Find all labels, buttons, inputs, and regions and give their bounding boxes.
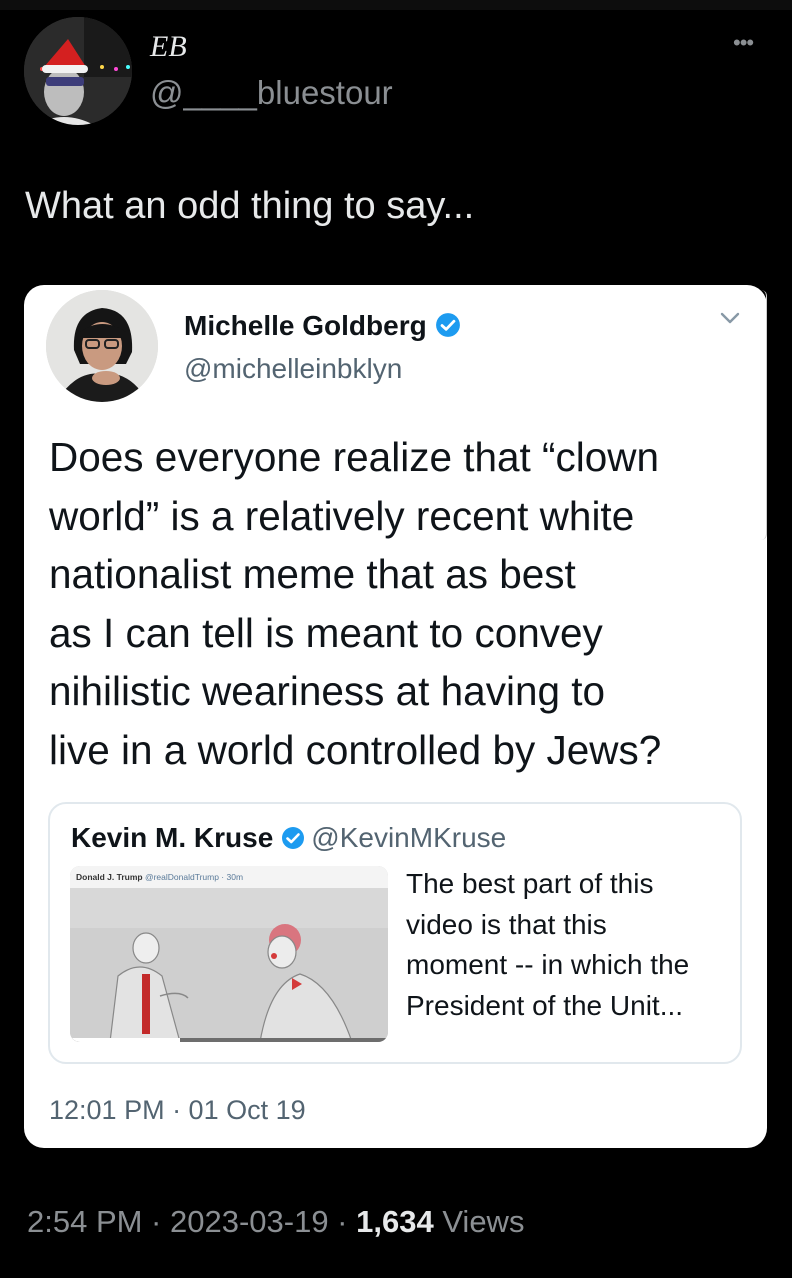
tweet-datetime[interactable]: 2:54 PM · 2023-03-19 · [27,1204,356,1239]
author-avatar[interactable] [24,17,132,125]
embedded-tweet-text: Does everyone realize that “clown world”… [49,428,749,779]
text-line: The best part of this [406,868,654,899]
text-line: video is that this [406,908,607,940]
text-line: moment -- in which the [406,949,690,980]
quoted-author-name: Kevin M. Kruse [71,822,274,853]
embedded-author-name: Michelle Goldberg [184,310,427,341]
embedded-timestamp: 12:01 PM · 01 Oct 19 [49,1095,306,1125]
card-scroll-edge [761,290,767,540]
top-edge [0,0,792,10]
embedded-author-handle: @michelleinbklyn [184,353,403,384]
text-line: nihilistic weariness at having to [49,668,606,714]
verified-icon [281,825,305,857]
chevron-down-icon [720,311,740,329]
quoted-tweet: Kevin M. Kruse @KevinMKruse Donald J. Tru… [48,802,742,1064]
author-name[interactable]: EB [150,30,187,64]
verified-icon [435,312,461,345]
views-label: Views [433,1204,525,1239]
text-line: Does everyone realize that “clown [49,434,660,480]
embedded-author-avatar [46,290,158,402]
more-icon[interactable]: ••• [733,30,754,56]
text-line: as I can tell is meant to convey [49,609,603,656]
text-line: nationalist meme that as best [49,551,576,597]
thumbnail-image [70,888,388,1042]
tweet-text: What an odd thing to say... [25,185,475,227]
text-line: President of the Unit... [406,989,684,1021]
quoted-tweet-text: The best part of this video is that this… [406,864,731,1026]
quoted-author-handle: @KevinMKruse [311,822,507,853]
views-count[interactable]: 1,634 [356,1204,434,1239]
text-line: world” is a relatively recent white [49,492,635,539]
tweet-meta: 2:54 PM · 2023-03-19 · 1,634 Views [27,1204,524,1240]
embedded-author-name-row: Michelle Goldberg [184,310,461,345]
author-handle[interactable]: @____bluestour [150,74,393,112]
text-line: live in a world controlled by Jews? [49,726,662,773]
video-thumbnail: Donald J. Trump @realDonaldTrump · 30m [70,866,388,1042]
quoted-author-row: Kevin M. Kruse @KevinMKruse [71,822,506,857]
embedded-tweet-card: Michelle Goldberg @michelleinbklyn Does … [24,285,767,1148]
